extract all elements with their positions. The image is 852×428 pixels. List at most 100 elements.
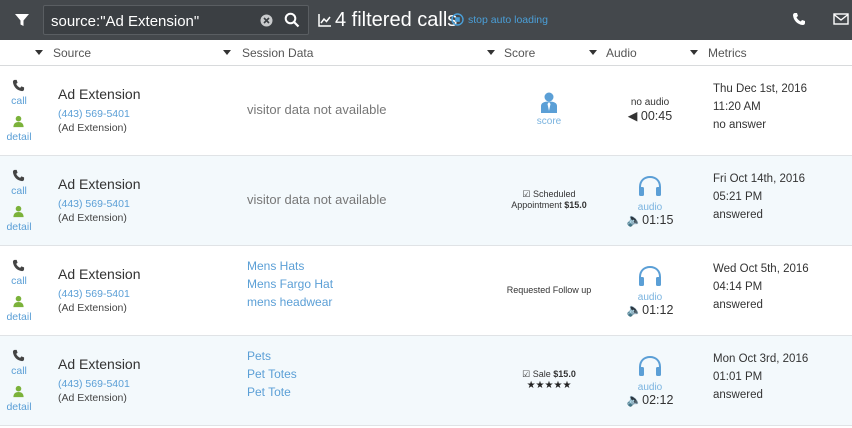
filtered-calls-label: 4 filtered calls (335, 8, 458, 31)
source-name: Ad Extension (58, 356, 141, 372)
audio-button[interactable]: audio 🔈01:12 (604, 265, 696, 318)
headphones-icon (639, 175, 661, 196)
speaker-icon: 🔈 (626, 213, 643, 227)
column-score[interactable]: Score (504, 40, 535, 66)
chevron-down-icon[interactable] (223, 50, 231, 55)
source-sub: (Ad Extension) (58, 212, 127, 224)
search-icon[interactable] (284, 12, 300, 28)
filter-icon[interactable] (14, 12, 30, 28)
source-sub: (Ad Extension) (58, 122, 127, 134)
score-cell: Requested Follow up (500, 285, 598, 295)
table-row[interactable]: call detail Ad Extension (443) 569-5401 … (0, 336, 852, 426)
metric-date: Fri Oct 14th, 2016 (713, 173, 806, 185)
audio-button[interactable]: audio 🔈01:15 (604, 175, 696, 228)
detail-link[interactable]: detail (0, 311, 38, 323)
chevron-down-icon[interactable] (487, 50, 495, 55)
score-button[interactable]: score (500, 92, 598, 127)
line-chart-icon (318, 14, 331, 27)
user-icon[interactable] (12, 295, 25, 308)
column-header: Source Session Data Score Audio Metrics (0, 40, 852, 66)
user-icon[interactable] (12, 205, 25, 218)
agent-icon (541, 92, 557, 113)
headphones-icon (639, 265, 661, 286)
phone-icon[interactable] (12, 79, 25, 92)
metric-date: Thu Dec 1st, 2016 (713, 83, 807, 95)
phone-icon[interactable] (12, 259, 25, 272)
metric-date: Mon Oct 3rd, 2016 (713, 353, 809, 365)
speaker-icon: ◀ (627, 109, 638, 123)
call-link[interactable]: call (0, 185, 38, 197)
detail-link[interactable]: detail (0, 221, 38, 233)
session-page-link[interactable]: Pet Totes (247, 367, 297, 381)
speaker-icon: 🔈 (626, 303, 643, 317)
filtered-count: 4 filtered calls (318, 8, 457, 32)
score-text: Requested Follow up (506, 285, 592, 295)
source-phone[interactable]: (443) 569-5401 (58, 108, 130, 120)
score-link: score (536, 116, 562, 127)
call-link[interactable]: call (0, 365, 38, 377)
table-row[interactable]: call detail Ad Extension (443) 569-5401 … (0, 66, 852, 156)
source-sub: (Ad Extension) (58, 302, 127, 314)
stop-auto-loading-label: stop auto loading (468, 13, 548, 26)
audio-duration: ◀ 00:45 (627, 109, 673, 123)
source-name: Ad Extension (58, 266, 141, 282)
user-icon[interactable] (12, 385, 25, 398)
metric-time: 01:01 PM (713, 371, 763, 383)
metric-time: 05:21 PM (713, 191, 763, 203)
session-page-link[interactable]: Pets (247, 349, 271, 363)
metric-status: answered (713, 389, 763, 401)
metric-status: no answer (713, 119, 767, 131)
source-name: Ad Extension (58, 176, 141, 192)
phone-icon[interactable] (12, 169, 25, 182)
session-page-link[interactable]: mens headwear (247, 295, 332, 309)
metric-time: 04:14 PM (713, 281, 763, 293)
session-empty-text: visitor data not available (247, 192, 387, 207)
clipboard-check-icon: ☑ (522, 189, 531, 199)
stop-auto-loading-link[interactable]: stop auto loading (451, 13, 548, 26)
rating-stars: ★★★★★ (526, 380, 572, 391)
session-page-link[interactable]: Mens Hats (247, 259, 304, 273)
source-phone[interactable]: (443) 569-5401 (58, 198, 130, 210)
score-cell: ☑ Scheduled Appointment $15.0 (511, 189, 587, 210)
column-metrics[interactable]: Metrics (708, 40, 747, 66)
audio-label: audio (637, 202, 663, 213)
table-row[interactable]: call detail Ad Extension (443) 569-5401 … (0, 156, 852, 246)
audio-button[interactable]: audio 🔈02:12 (604, 355, 696, 408)
stop-circle-icon (451, 13, 464, 26)
score-cell: ☑ Sale $15.0 ★★★★★ (500, 369, 598, 391)
session-page-link[interactable]: Pet Tote (247, 385, 291, 399)
source-sub: (Ad Extension) (58, 392, 127, 404)
column-session-data[interactable]: Session Data (242, 40, 313, 66)
source-phone[interactable]: (443) 569-5401 (58, 288, 130, 300)
session-page-link[interactable]: Mens Fargo Hat (247, 277, 333, 291)
source-phone[interactable]: (443) 569-5401 (58, 378, 130, 390)
clear-search-icon[interactable] (260, 14, 273, 27)
metric-time: 11:20 AM (713, 101, 761, 113)
audio-duration: 🔈01:12 (626, 303, 674, 317)
audio-duration: 🔈01:15 (626, 213, 674, 227)
audio-label: audio (637, 382, 663, 393)
metric-status: answered (713, 299, 763, 311)
detail-link[interactable]: detail (0, 131, 38, 143)
search-box (43, 5, 309, 35)
chevron-down-icon[interactable] (589, 50, 597, 55)
phone-icon[interactable] (792, 12, 806, 26)
detail-link[interactable]: detail (0, 401, 38, 413)
audio-label: audio (637, 292, 663, 303)
phone-icon[interactable] (12, 349, 25, 362)
column-source[interactable]: Source (53, 40, 91, 66)
source-name: Ad Extension (58, 86, 141, 102)
clipboard-check-icon: ☑ (522, 369, 531, 379)
chevron-down-icon[interactable] (690, 50, 698, 55)
chevron-down-icon[interactable] (35, 50, 43, 55)
audio-duration: 🔈02:12 (626, 393, 674, 407)
call-link[interactable]: call (0, 95, 38, 107)
table-row[interactable]: call detail Ad Extension (443) 569-5401 … (0, 246, 852, 336)
speaker-icon: 🔈 (626, 393, 643, 407)
call-link[interactable]: call (0, 275, 38, 287)
mail-icon[interactable] (833, 12, 849, 26)
search-input[interactable] (51, 10, 251, 32)
column-audio[interactable]: Audio (606, 40, 637, 66)
top-bar: 4 filtered calls stop auto loading (0, 0, 852, 40)
user-icon[interactable] (12, 115, 25, 128)
